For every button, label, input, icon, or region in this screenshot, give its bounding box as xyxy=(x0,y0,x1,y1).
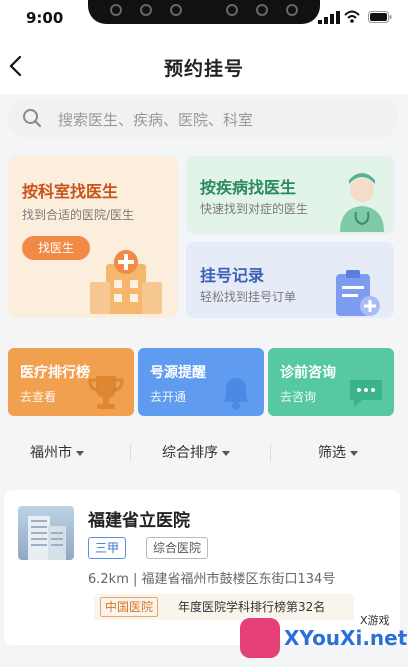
filter-bar: 福州市 综合排序 筛选 xyxy=(0,430,408,474)
card-find-by-department[interactable]: 按科室找医生 找到合适的医院/医生 找医生 xyxy=(8,156,178,318)
watermark-text: XYouXi.net xyxy=(284,626,408,650)
card-subtitle: 轻松找到挂号订单 xyxy=(200,290,297,304)
filter-city[interactable]: 福州市 xyxy=(30,442,84,462)
battery-icon xyxy=(368,11,392,23)
filter-sort-label: 综合排序 xyxy=(162,445,218,461)
find-doctor-button[interactable]: 找医生 xyxy=(22,236,90,260)
hospital-address: 6.2km | 福建省福州市鼓楼区东街口134号 xyxy=(88,572,336,587)
divider xyxy=(270,444,271,462)
tile-subtitle: 去咨询 xyxy=(280,390,317,404)
nav-header: 预约挂号 xyxy=(0,36,408,94)
tile-medical-ranking[interactable]: 医疗排行榜 去查看 xyxy=(8,348,134,416)
tile-title: 医疗排行榜 xyxy=(20,365,90,381)
status-time: 9:00 xyxy=(26,9,64,27)
gamepad-logo-icon xyxy=(240,618,280,658)
site-watermark: XYouXi.net X游戏 xyxy=(240,612,408,667)
divider xyxy=(130,444,131,462)
doctor-icon xyxy=(340,173,384,232)
tile-subtitle: 去开通 xyxy=(150,390,187,404)
search-placeholder: 搜索医生、疾病、医院、科室 xyxy=(58,111,254,129)
page-title: 预约挂号 xyxy=(163,58,244,80)
card-find-by-disease[interactable]: 按疾病找医生 快速找到对症的医生 xyxy=(186,156,394,234)
hospital-type-tag: 综合医院 xyxy=(146,537,209,559)
watermark-small-text: X游戏 xyxy=(360,614,390,627)
dropdown-arrow-icon xyxy=(222,450,230,456)
tile-slot-reminder[interactable]: 号源提醒 去开通 xyxy=(138,348,264,416)
card-booking-records[interactable]: 挂号记录 轻松找到挂号订单 xyxy=(186,242,394,318)
card-title: 按科室找医生 xyxy=(22,182,119,201)
filter-screen[interactable]: 筛选 xyxy=(318,442,358,462)
status-bar: 9:00 xyxy=(0,0,408,36)
search-input[interactable]: 搜索医生、疾病、医院、科室 xyxy=(8,98,398,138)
filter-screen-label: 筛选 xyxy=(318,445,346,461)
bell-icon xyxy=(224,378,248,410)
hospital-photo xyxy=(18,506,74,560)
filter-city-label: 福州市 xyxy=(30,445,72,461)
card-title: 按疾病找医生 xyxy=(200,178,297,197)
tile-pre-consultation[interactable]: 诊前咨询 去咨询 xyxy=(268,348,394,416)
tile-subtitle: 去查看 xyxy=(20,390,57,404)
camera-notch xyxy=(88,0,320,24)
search-icon xyxy=(23,109,41,127)
dropdown-arrow-icon xyxy=(350,450,358,456)
wifi-icon xyxy=(344,10,360,23)
signal-icon xyxy=(318,11,340,24)
card-title: 挂号记录 xyxy=(200,266,265,285)
card-subtitle: 找到合适的医院/医生 xyxy=(22,208,135,222)
hospital-level-tag: 三甲 xyxy=(88,537,127,559)
hospital-building-icon xyxy=(90,250,162,314)
card-subtitle: 快速找到对症的医生 xyxy=(200,202,309,216)
trophy-icon xyxy=(88,376,124,409)
filter-sort[interactable]: 综合排序 xyxy=(162,442,230,462)
clipboard-icon xyxy=(336,270,380,316)
dropdown-arrow-icon xyxy=(76,450,84,456)
hospital-name: 福建省立医院 xyxy=(88,511,190,531)
ranking-tag: 中国医院 xyxy=(100,597,159,617)
chat-icon xyxy=(350,380,382,407)
tile-title: 诊前咨询 xyxy=(280,365,336,381)
tile-title: 号源提醒 xyxy=(150,365,206,381)
